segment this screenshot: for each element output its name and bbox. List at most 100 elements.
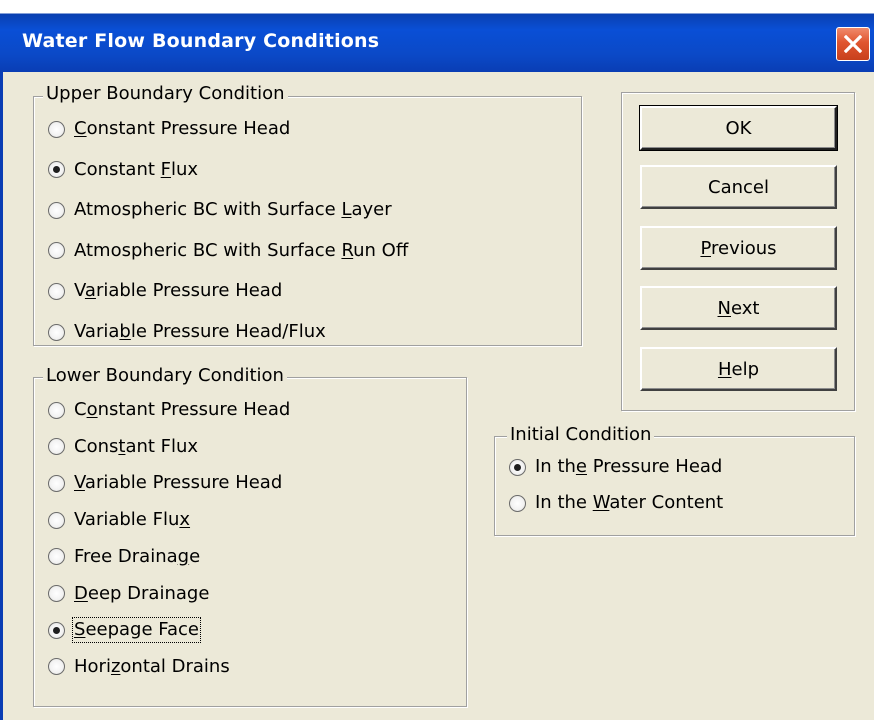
upper-boundary-option-3[interactable]: Atmospheric BC with Surface Layer — [48, 198, 392, 222]
access-key: x — [179, 509, 191, 531]
upper-boundary-legend: Upper Boundary Condition — [43, 84, 288, 104]
help-button-label: Help — [718, 359, 759, 380]
lower-boundary-option-6[interactable]: Deep Drainage — [48, 582, 209, 606]
label-text: eep Drainage — [87, 582, 210, 604]
lower-boundary-option-5[interactable]: Free Drainage — [48, 545, 200, 569]
label-text: ayer — [351, 199, 392, 221]
radio-unchecked-icon[interactable] — [48, 511, 65, 529]
upper-boundary-option-label: Variable Pressure Head/Flux — [74, 321, 326, 343]
label-text: Atmospheric BC with Surface — [74, 199, 342, 221]
upper-boundary-option-4[interactable]: Atmospheric BC with Surface Run Off — [48, 239, 408, 263]
lower-boundary-option-7[interactable]: Seepage Face — [48, 617, 201, 644]
radio-unchecked-icon[interactable] — [48, 120, 65, 138]
upper-boundary-option-2[interactable]: Constant Flux — [48, 158, 198, 182]
radio-checked-icon[interactable] — [509, 458, 526, 476]
access-key: S — [74, 619, 86, 641]
access-key: W — [592, 492, 610, 513]
label-text: un Off — [353, 239, 409, 261]
lower-boundary-option-3[interactable]: Variable Pressure Head — [48, 471, 282, 495]
label-text: In the — [535, 492, 593, 513]
access-key: b — [119, 321, 131, 342]
next-button[interactable]: Next — [640, 286, 837, 330]
label-text: nstant Pressure Head — [97, 399, 291, 420]
access-key: N — [717, 297, 731, 319]
access-key: o — [86, 399, 98, 420]
upper-boundary-option-5[interactable]: Variable Pressure Head — [48, 279, 282, 303]
access-key: P — [700, 237, 711, 259]
label-text: ontal Drains — [120, 655, 230, 677]
lower-boundary-option-label: Deep Drainage — [74, 583, 209, 605]
label-text: Free Draina — [74, 545, 178, 567]
radio-unchecked-icon[interactable] — [48, 401, 65, 419]
previous-button[interactable]: Previous — [640, 226, 837, 270]
initial-condition-option-label: In the Pressure Head — [535, 456, 722, 478]
radio-unchecked-icon[interactable] — [48, 658, 65, 676]
label-text: Hori — [74, 655, 111, 677]
upper-boundary-option-1[interactable]: Constant Pressure Head — [48, 117, 290, 141]
lower-boundary-option-8[interactable]: Horizontal Drains — [48, 655, 230, 679]
label-text: Cancel — [708, 176, 769, 198]
radio-unchecked-icon[interactable] — [48, 201, 65, 219]
initial-condition-option-2[interactable]: In the Water Content — [509, 491, 723, 515]
access-key: D — [74, 582, 88, 604]
ok-button-label: OK — [726, 118, 752, 139]
access-key: g — [177, 545, 190, 567]
label-text: ext — [731, 297, 760, 319]
access-key: V — [74, 472, 85, 494]
label-text: V — [74, 280, 85, 302]
label-text: Constant — [74, 158, 161, 180]
label-text: ariable Pressure Head — [84, 472, 283, 494]
title-bar[interactable]: Water Flow Boundary Conditions — [0, 0, 874, 72]
help-button[interactable]: Help — [640, 347, 837, 391]
radio-checked-icon[interactable] — [48, 161, 65, 179]
lower-boundary-legend: Lower Boundary Condition — [43, 366, 287, 386]
lower-boundary-option-label: Free Drainage — [74, 546, 200, 568]
lower-boundary-option-label: Horizontal Drains — [74, 656, 230, 678]
close-button[interactable] — [836, 27, 870, 61]
radio-unchecked-icon[interactable] — [48, 438, 65, 456]
radio-checked-icon[interactable] — [48, 621, 65, 639]
access-key: a — [84, 280, 96, 302]
lower-boundary-option-label: Constant Flux — [74, 436, 198, 458]
cancel-button[interactable]: Cancel — [640, 165, 837, 209]
lower-boundary-option-label: Variable Pressure Head — [74, 472, 282, 494]
radio-unchecked-icon[interactable] — [48, 282, 65, 300]
label-text: eepage Face — [85, 619, 199, 641]
initial-condition-option-1[interactable]: In the Pressure Head — [509, 455, 722, 479]
radio-unchecked-icon[interactable] — [48, 548, 65, 566]
next-button-label: Next — [718, 298, 760, 319]
initial-condition-legend: Initial Condition — [507, 425, 655, 445]
radio-unchecked-icon[interactable] — [48, 474, 65, 492]
label-text: riable Pressure Head — [95, 280, 283, 302]
radio-unchecked-icon[interactable] — [48, 585, 65, 602]
radio-unchecked-icon[interactable] — [48, 323, 65, 341]
label-text: C — [74, 399, 87, 420]
upper-boundary-option-label: Variable Pressure Head — [74, 280, 282, 302]
label-text: onstant Pressure Head — [86, 118, 291, 139]
ok-button[interactable]: OK — [639, 105, 838, 151]
label-text: lux — [171, 158, 199, 180]
cancel-button-label: Cancel — [708, 177, 769, 198]
upper-boundary-option-label: Atmospheric BC with Surface Run Off — [74, 240, 408, 262]
previous-button-label: Previous — [700, 238, 776, 259]
label-text: OK — [725, 117, 752, 139]
access-key: H — [717, 358, 732, 380]
radio-unchecked-icon[interactable] — [48, 242, 65, 260]
close-icon — [844, 35, 862, 53]
label-text: Pressure Head — [586, 456, 723, 477]
initial-condition-group — [494, 436, 855, 536]
label-text: revious — [711, 237, 777, 259]
lower-boundary-option-1[interactable]: Constant Pressure Head — [48, 398, 290, 422]
upper-boundary-option-6[interactable]: Variable Pressure Head/Flux — [48, 320, 326, 344]
label-text: In th — [535, 456, 576, 477]
label-text: ater Content — [609, 492, 724, 513]
access-key: z — [110, 655, 121, 677]
radio-unchecked-icon[interactable] — [509, 494, 526, 512]
upper-boundary-option-label: Constant Pressure Head — [74, 118, 290, 140]
access-key: F — [160, 158, 172, 180]
lower-boundary-option-4[interactable]: Variable Flux — [48, 508, 190, 532]
lower-boundary-option-2[interactable]: Constant Flux — [48, 435, 198, 459]
access-key: L — [341, 199, 352, 221]
label-text: Cons — [74, 435, 119, 457]
label-text: e — [189, 545, 201, 567]
